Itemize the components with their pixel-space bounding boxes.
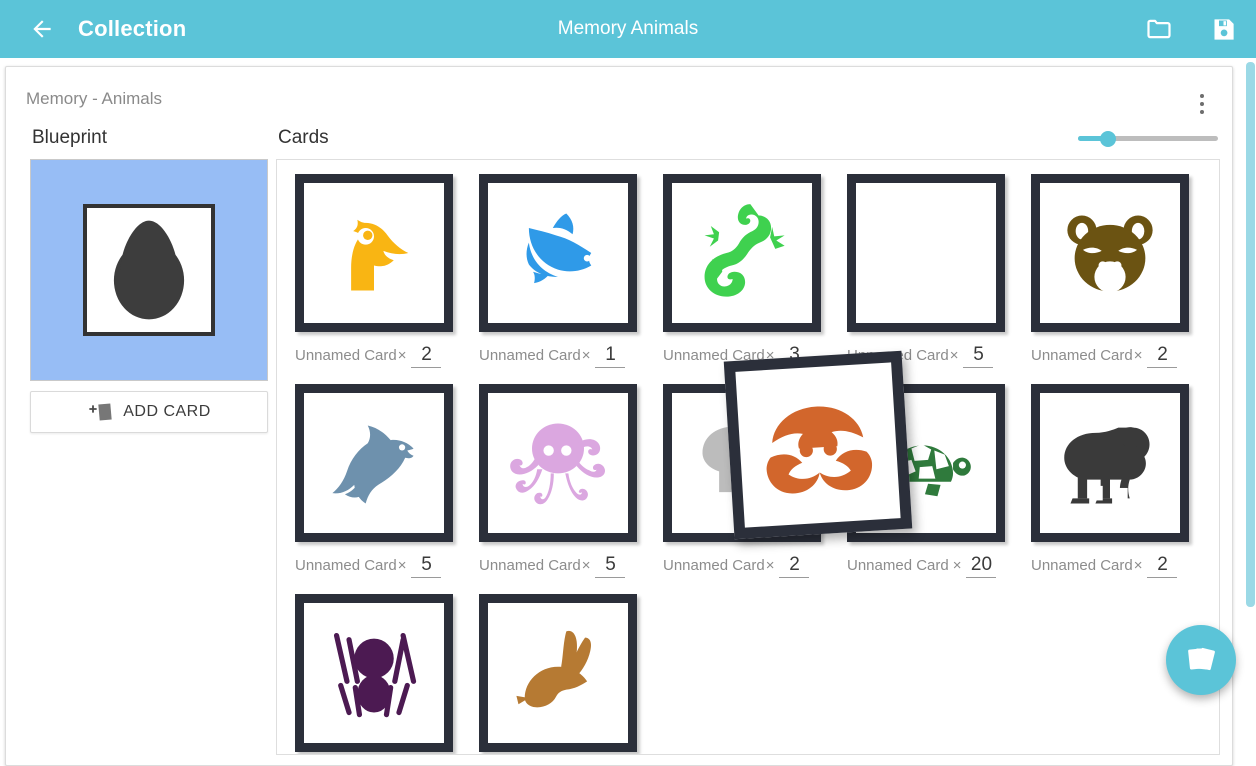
card-cell: Unnamed Card × 1 <box>479 174 639 384</box>
card-count-input[interactable]: 2 <box>411 344 442 368</box>
card-cell: Unnamed Card × 2 <box>1031 174 1189 384</box>
fish-icon <box>526 213 592 284</box>
card-meta: Unnamed Card × 2 <box>1031 344 1189 368</box>
bird-icon <box>351 219 409 291</box>
add-card-icon <box>89 403 112 421</box>
card-tile[interactable] <box>1031 384 1189 542</box>
card-title[interactable]: Unnamed Card <box>295 347 397 364</box>
card-meta: Unnamed Card × 2 <box>295 344 453 368</box>
card-tile[interactable] <box>663 174 823 334</box>
card-cell: Unnamed Card × <box>295 594 455 754</box>
card-count-input[interactable]: 2 <box>1147 554 1178 578</box>
collection-editor-panel: Memory - Animals Blueprint Cards ADD CAR… <box>5 66 1236 766</box>
card-tile[interactable] <box>479 384 639 544</box>
card-multiplier-symbol: × <box>581 347 591 364</box>
add-card-button[interactable]: ADD CARD <box>30 391 268 433</box>
app-bar-title: Collection <box>78 16 187 41</box>
octopus-icon <box>510 423 605 505</box>
cards-section-label: Cards <box>278 127 329 148</box>
app-bar-actions <box>1144 0 1238 58</box>
card-size-slider[interactable] <box>1072 127 1218 149</box>
blueprint-card[interactable] <box>30 159 268 381</box>
app-bar: Collection Memory Animals <box>0 0 1256 58</box>
card-meta: Unnamed Card × 20 <box>847 554 1005 578</box>
hidden-icon <box>874 201 978 305</box>
card-tile[interactable] <box>479 174 639 334</box>
rabbit-icon <box>516 630 592 708</box>
card-tile[interactable] <box>1031 174 1189 332</box>
blueprint-panel: ADD CARD <box>30 159 270 433</box>
page-scrollbar-track[interactable] <box>1246 62 1255 703</box>
app-bar-subtitle: Memory Animals <box>557 18 699 39</box>
card-multiplier-symbol: × <box>1133 557 1143 574</box>
card-tile[interactable] <box>479 594 637 752</box>
cards-deck-icon <box>1188 647 1215 671</box>
folder-icon <box>1147 19 1171 39</box>
save-floppy-icon <box>1214 18 1234 40</box>
gorilla-icon <box>1064 427 1150 504</box>
card-multiplier-symbol: × <box>397 557 407 574</box>
card-title[interactable]: Unnamed Card <box>663 557 765 574</box>
more-vertical-icon-dot <box>1200 110 1204 114</box>
blueprint-card-face <box>83 204 215 336</box>
card-multiplier-symbol: × <box>397 347 407 364</box>
card-multiplier-symbol: × <box>581 557 591 574</box>
card-meta: Unnamed Card × 5 <box>479 554 637 578</box>
card-title[interactable]: Unnamed Card <box>1031 557 1133 574</box>
dolphin-icon <box>332 425 414 504</box>
card-tile[interactable] <box>847 174 1007 334</box>
blueprint-section-label: Blueprint <box>32 127 107 148</box>
card-title[interactable]: Unnamed Card <box>295 557 397 574</box>
card-multiplier-symbol: × <box>952 557 962 574</box>
card-cell: Unnamed Card × 3 <box>663 174 823 384</box>
add-card-label: ADD CARD <box>123 403 211 420</box>
card-count-input[interactable]: 2 <box>1147 344 1178 368</box>
save-button[interactable] <box>1208 14 1238 44</box>
card-meta: Unnamed Card × 5 <box>295 554 453 578</box>
collection-name: Memory - Animals <box>26 89 163 108</box>
card-count-input[interactable]: 5 <box>595 554 626 578</box>
page-scrollbar-thumb[interactable] <box>1246 62 1255 607</box>
arrow-left-icon <box>33 20 51 38</box>
card-cell: Unnamed Card × 2 <box>1031 384 1189 594</box>
card-title[interactable]: Unnamed Card <box>479 557 581 574</box>
dragged-card[interactable] <box>723 350 913 540</box>
slider-thumb[interactable] <box>1100 131 1116 147</box>
card-meta: Unnamed Card × 2 <box>663 554 821 578</box>
card-meta: Unnamed Card × 2 <box>1031 554 1189 578</box>
card-title[interactable]: Unnamed Card <box>479 347 581 364</box>
card-title[interactable]: Unnamed Card <box>1031 347 1133 364</box>
card-count-input[interactable]: 2 <box>779 554 810 578</box>
card-tile[interactable] <box>295 594 455 754</box>
back-button[interactable] <box>22 9 62 49</box>
bear-icon <box>1067 215 1153 293</box>
card-cell: Unnamed Card × 5 <box>295 384 455 594</box>
card-title[interactable]: Unnamed Card <box>847 557 949 574</box>
overflow-menu-button[interactable] <box>1188 87 1216 121</box>
card-multiplier-symbol: × <box>949 347 959 364</box>
card-count-input[interactable]: 5 <box>963 344 994 368</box>
card-tile[interactable] <box>295 174 455 334</box>
more-vertical-icon-dot <box>1200 102 1204 106</box>
card-multiplier-symbol: × <box>1133 347 1143 364</box>
spider-icon <box>333 632 417 718</box>
egg-icon <box>113 220 185 320</box>
add-deck-fab[interactable] <box>1166 625 1236 695</box>
card-cell: Unnamed Card × <box>479 594 637 754</box>
card-tile[interactable] <box>295 384 455 544</box>
crab-icon <box>766 406 873 494</box>
card-cell: Unnamed Card × 2 <box>295 174 455 384</box>
card-count-input[interactable]: 1 <box>595 344 626 368</box>
card-multiplier-symbol: × <box>765 557 775 574</box>
card-meta: Unnamed Card × 1 <box>479 344 637 368</box>
more-vertical-icon-dot <box>1200 94 1204 98</box>
card-count-input[interactable]: 20 <box>966 554 997 578</box>
card-count-input[interactable]: 5 <box>411 554 442 578</box>
open-folder-button[interactable] <box>1144 14 1174 44</box>
cards-panel[interactable]: Unnamed Card × 2 Unnamed Card × 1 Unname… <box>276 159 1220 755</box>
gecko-icon <box>704 204 785 297</box>
card-cell: Unnamed Card × 5 <box>479 384 639 594</box>
